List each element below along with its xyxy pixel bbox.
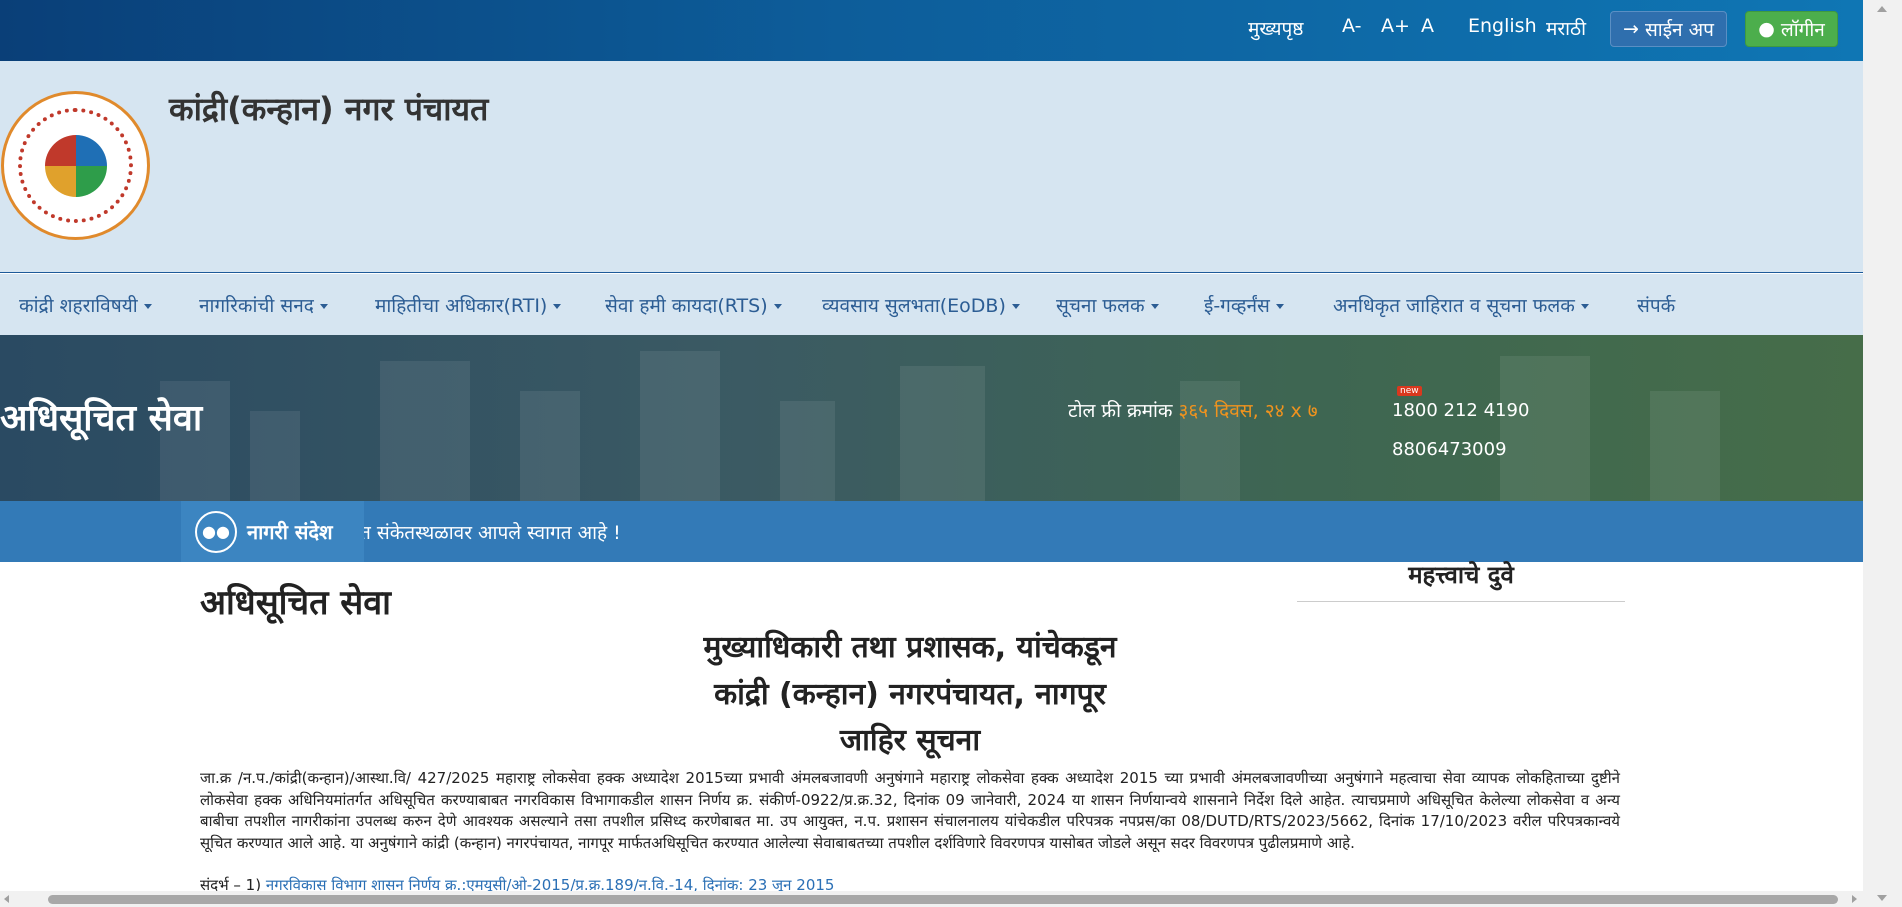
nav-item-rts[interactable]: सेवा हमी कायदा(RTS) [605, 292, 782, 318]
caret-down-icon [773, 304, 782, 309]
site-header: कांद्री(कन्हान) नगर पंचायत [0, 61, 1863, 273]
nav-item-contact[interactable]: संपर्क [1637, 292, 1675, 318]
banner-building [780, 401, 835, 501]
tollfree-label: टोल फ्री क्रमांक ३६५ दिवस, २४ x ७ [1068, 400, 1318, 422]
new-badge: new [1397, 386, 1422, 396]
ticker-label: नागरी संदेश [247, 520, 333, 544]
page-title: अधिसूचित सेवा [200, 583, 391, 623]
scroll-down-icon[interactable] [1877, 895, 1887, 901]
horizontal-scroll-thumb[interactable] [48, 895, 1838, 904]
banner-building [380, 361, 470, 501]
nav-item-e-governance[interactable]: ई-गव्हर्नंस [1204, 292, 1284, 318]
banner-building [1500, 356, 1590, 501]
caret-down-icon [553, 304, 562, 309]
caret-down-icon [319, 304, 328, 309]
tollfree-phone: 1800 212 4190 [1392, 400, 1530, 421]
banner-building [900, 366, 985, 501]
top-bar: मुख्यपृष्ठ A- A+ A English मराठी → साईन … [0, 0, 1863, 61]
caret-down-icon [143, 304, 152, 309]
scroll-left-icon[interactable] [4, 895, 9, 903]
logo-ring [18, 108, 133, 223]
caret-down-icon [1580, 304, 1589, 309]
banner-building [520, 391, 580, 501]
caret-down-icon [1011, 304, 1020, 309]
news-ticker: त संकेतस्थळावर आपले स्वागत आहे ! ●● नागर… [0, 501, 1863, 562]
caret-down-icon [1275, 304, 1284, 309]
helpline-phone: 8806473009 [1392, 439, 1507, 460]
lang-english-link[interactable]: English [1468, 15, 1537, 37]
nav-item-unauthorized-ads[interactable]: अनधिकृत जाहिरात व सूचना फलक [1333, 292, 1589, 318]
nav-item-citizen-charter[interactable]: नागरिकांची सनद [199, 292, 328, 318]
nav-item-rti[interactable]: माहितीचा अधिकार(RTI) [375, 292, 562, 318]
banner-building [250, 411, 300, 501]
ticker-label-box: ●● नागरी संदेश [181, 501, 364, 562]
vertical-scrollbar[interactable] [1863, 0, 1902, 907]
page-banner: अधिसूचित सेवा टोल फ्री क्रमांक ३६५ दिवस,… [0, 335, 1863, 501]
tollfree-hours: ३६५ दिवस, २४ x ७ [1178, 400, 1318, 422]
user-icon: ● [1758, 18, 1775, 40]
caret-down-icon [1150, 304, 1159, 309]
logo-emblem-icon [44, 134, 107, 197]
site-title: कांद्री(कन्हान) नगर पंचायत [169, 90, 489, 128]
nav-item-about-city[interactable]: कांद्री शहराविषयी [19, 292, 152, 318]
banner-building [1650, 391, 1720, 501]
nav-item-eodb[interactable]: व्यवसाय सुलभता(EoDB) [822, 292, 1020, 318]
notice-heading-line2: कांद्री (कन्हान) नगरपंचायत, नागपूर [714, 677, 1106, 712]
login-button[interactable]: ● लॉगीन [1745, 11, 1838, 47]
sign-in-icon: → [1623, 18, 1639, 40]
scroll-up-icon[interactable] [1877, 6, 1887, 12]
font-decrease-button[interactable]: A- [1342, 15, 1361, 37]
horizontal-scrollbar[interactable] [0, 891, 1863, 907]
notice-heading-line3: जाहिर सूचना [839, 723, 981, 758]
nav-item-notice-board[interactable]: सूचना फलक [1056, 292, 1159, 318]
signup-label: साईन अप [1644, 19, 1714, 41]
sidebar-divider [1297, 601, 1625, 602]
banner-building [640, 351, 720, 501]
ticker-message[interactable]: त संकेतस्थळावर आपले स्वागत आहे ! [360, 519, 621, 545]
important-links-title: महत्त्वाचे दुवे [1408, 561, 1514, 589]
font-reset-button[interactable]: A [1421, 15, 1434, 37]
notice-heading-line1: मुख्याधिकारी तथा प्रशासक, यांचेकडून [703, 630, 1117, 665]
home-link[interactable]: मुख्यपृष्ठ [1248, 15, 1303, 41]
signup-button[interactable]: → साईन अप [1610, 11, 1727, 47]
font-increase-button[interactable]: A+ [1381, 15, 1410, 37]
banner-title: अधिसूचित सेवा [0, 398, 203, 439]
users-icon: ●● [195, 510, 237, 553]
scroll-right-icon[interactable] [1852, 895, 1857, 903]
lang-marathi-link[interactable]: मराठी [1546, 15, 1586, 41]
nagar-panchayat-logo[interactable] [1, 91, 150, 240]
login-label: लॉगीन [1780, 19, 1825, 41]
notice-body: जा.क्र /न.प./कांद्री(कन्हान)/आस्था.वि/ 4… [200, 769, 1620, 852]
main-nav: कांद्री शहराविषयी नागरिकांची सनद माहितीच… [0, 274, 1863, 335]
